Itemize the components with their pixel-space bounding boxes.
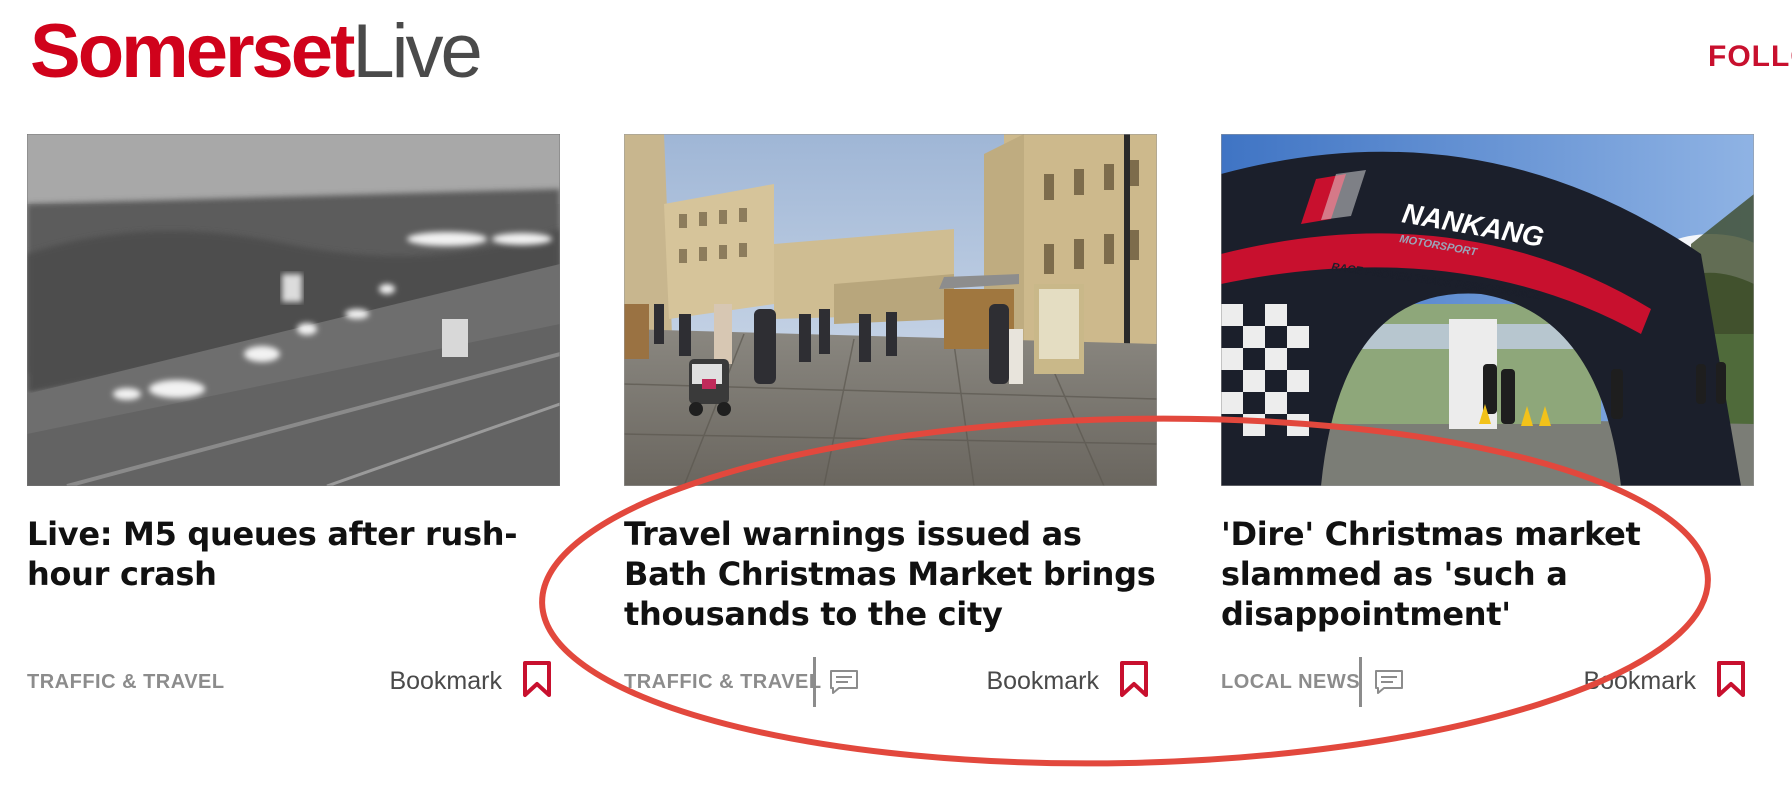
article-headline[interactable]: 'Dire' Christmas market slammed as 'such… bbox=[1221, 514, 1754, 634]
article-headline[interactable]: Travel warnings issued as Bath Christmas… bbox=[624, 514, 1157, 634]
article-meta: LOCAL NEWS Bookmark bbox=[1221, 657, 1754, 707]
article-card[interactable]: Travel warnings issued as Bath Christmas… bbox=[624, 134, 1157, 707]
motorsport-arch-image: NANKANG MOTORSPORT RACE PROVEN TRACK PER… bbox=[1221, 134, 1754, 486]
article-headline[interactable]: Live: M5 queues after rush-hour crash bbox=[27, 514, 560, 594]
bookmark-label[interactable]: Bookmark bbox=[986, 667, 1099, 696]
article-category[interactable]: LOCAL NEWS bbox=[1221, 671, 1360, 694]
logo-sub-text: Live bbox=[352, 9, 482, 94]
article-category[interactable]: TRAFFIC & TRAVEL bbox=[624, 671, 822, 694]
article-thumbnail[interactable] bbox=[624, 134, 1157, 486]
article-thumbnail[interactable]: NANKANG MOTORSPORT RACE PROVEN TRACK PER… bbox=[1221, 134, 1754, 486]
article-meta: TRAFFIC & TRAVEL Bookmark bbox=[27, 657, 560, 707]
logo-brand-text: Somerset bbox=[30, 9, 355, 94]
article-meta: TRAFFIC & TRAVEL Bookmark bbox=[624, 657, 1157, 707]
bookmark-label[interactable]: Bookmark bbox=[1583, 667, 1696, 696]
christmas-market-image bbox=[624, 134, 1157, 486]
article-thumbnail[interactable] bbox=[27, 134, 560, 486]
article-category[interactable]: TRAFFIC & TRAVEL bbox=[27, 671, 225, 694]
article-card[interactable]: Live: M5 queues after rush-hour crash TR… bbox=[27, 134, 560, 697]
site-logo[interactable]: SomersetLive bbox=[30, 9, 483, 94]
bookmark-icon[interactable] bbox=[1716, 660, 1746, 698]
article-card[interactable]: NANKANG MOTORSPORT RACE PROVEN TRACK PER… bbox=[1221, 134, 1754, 707]
bookmark-icon[interactable] bbox=[522, 660, 552, 698]
meta-divider bbox=[1359, 657, 1362, 707]
follow-link[interactable]: FOLLO bbox=[1708, 40, 1792, 74]
comment-icon[interactable] bbox=[829, 669, 859, 695]
motorway-camera-image bbox=[27, 134, 560, 486]
bookmark-icon[interactable] bbox=[1119, 660, 1149, 698]
meta-divider bbox=[813, 657, 816, 707]
bookmark-label[interactable]: Bookmark bbox=[389, 667, 502, 696]
comment-icon[interactable] bbox=[1374, 669, 1404, 695]
